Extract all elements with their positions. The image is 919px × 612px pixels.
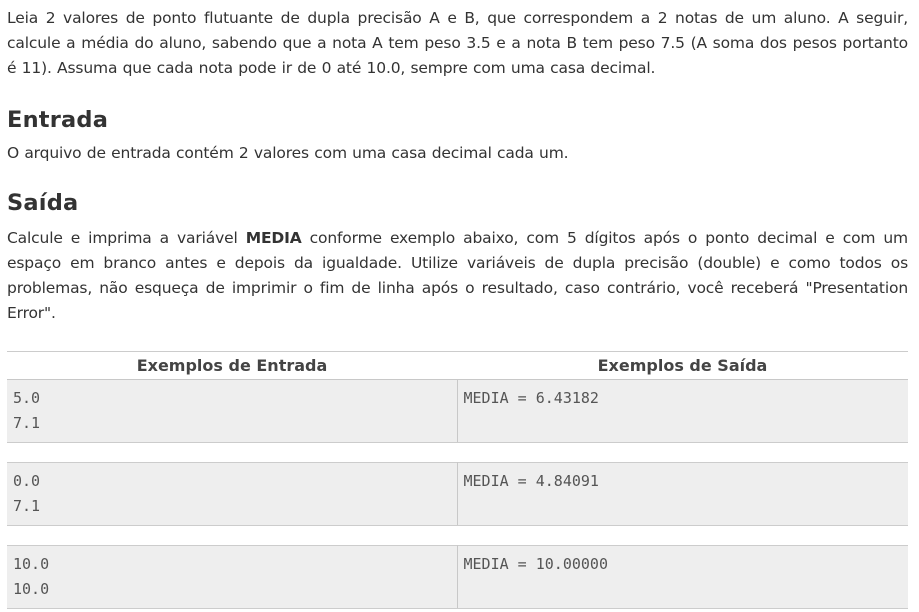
saida-text-before: Calcule e imprima a variável [7, 229, 246, 247]
entrada-heading: Entrada [7, 107, 109, 133]
example-output-line: MEDIA = 10.00000 [463, 555, 609, 573]
example-output-line: MEDIA = 4.84091 [463, 472, 599, 490]
entrada-paragraph: O arquivo de entrada contém 2 valores co… [7, 144, 569, 162]
example-output-line: MEDIA = 6.43182 [463, 389, 599, 407]
example-input-line: 0.0 [13, 472, 41, 490]
example-row: 5.0 7.1 MEDIA = 6.43182 [7, 379, 908, 443]
example-input-line: 5.0 [13, 389, 41, 407]
example-input-cell: 0.0 7.1 [7, 462, 458, 526]
example-input-line: 10.0 [13, 555, 50, 573]
input-examples-header: Exemplos de Entrada [7, 351, 457, 380]
examples-table: Exemplos de Entrada Exemplos de Saída 5.… [7, 351, 908, 609]
saida-heading: Saída [7, 190, 79, 216]
example-input-line: 7.1 [13, 497, 41, 515]
example-row: 10.0 10.0 MEDIA = 10.00000 [7, 545, 908, 609]
output-examples-header: Exemplos de Saída [457, 351, 908, 380]
example-input-cell: 10.0 10.0 [7, 545, 458, 609]
example-output-cell: MEDIA = 6.43182 [457, 379, 908, 443]
example-output-cell: MEDIA = 4.84091 [457, 462, 908, 526]
example-spacer [7, 525, 908, 546]
example-input-cell: 5.0 7.1 [7, 379, 458, 443]
example-input-line: 7.1 [13, 414, 41, 432]
saida-variable-name: MEDIA [245, 229, 302, 247]
saida-paragraph: Calcule e imprima a variável MEDIA confo… [7, 226, 908, 326]
intro-paragraph: Leia 2 valores de ponto flutuante de dup… [7, 9, 908, 77]
example-spacer [7, 442, 908, 463]
example-row: 0.0 7.1 MEDIA = 4.84091 [7, 462, 908, 526]
problem-statement: Leia 2 valores de ponto flutuante de dup… [7, 6, 908, 326]
examples-header-row: Exemplos de Entrada Exemplos de Saída [7, 351, 908, 380]
example-input-line: 10.0 [13, 580, 50, 598]
example-output-cell: MEDIA = 10.00000 [457, 545, 908, 609]
